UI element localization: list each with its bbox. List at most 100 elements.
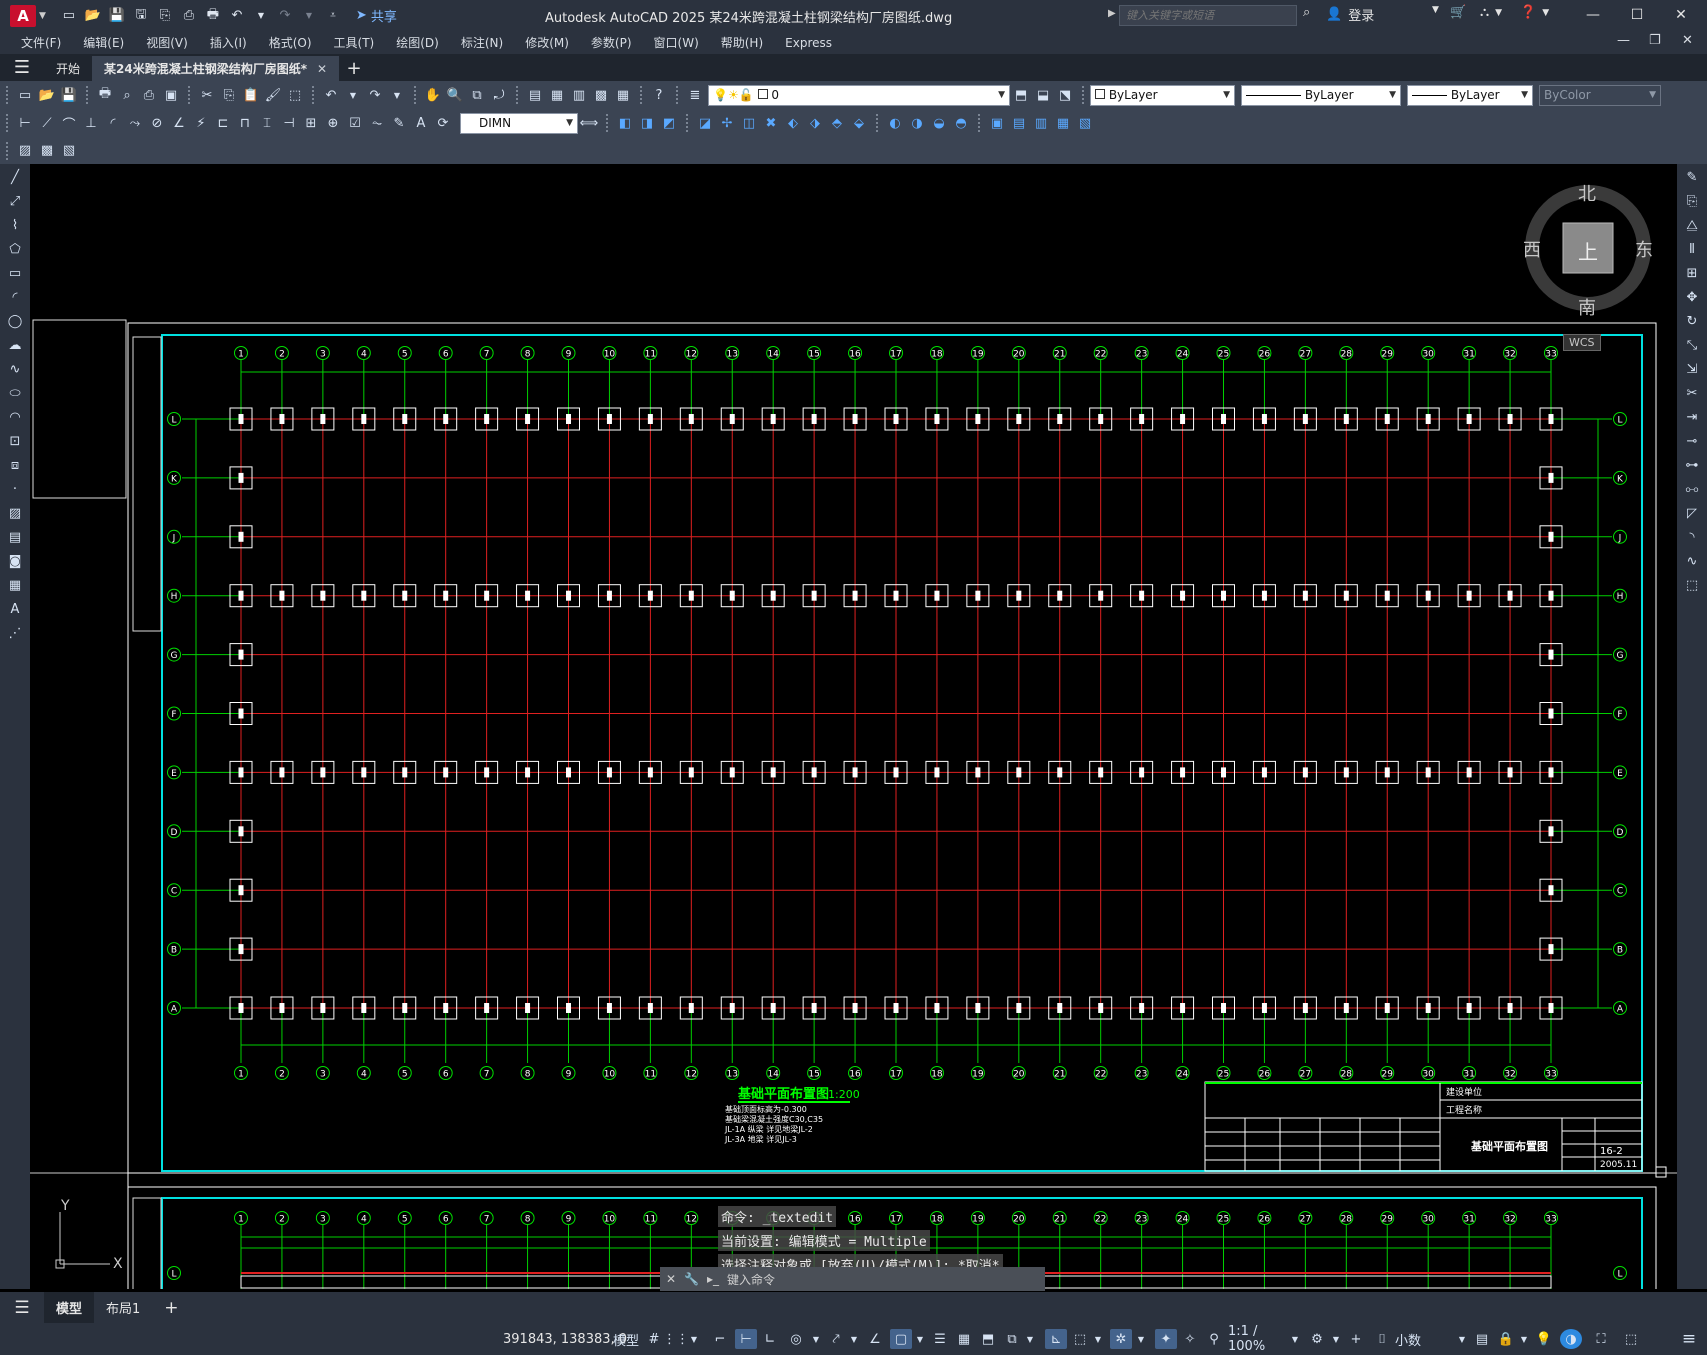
help-icon[interactable]: ❓ ▼ xyxy=(1520,5,1549,20)
workspace-switch-icon[interactable]: ⚙ xyxy=(1306,1329,1328,1349)
redo-list-icon[interactable]: ▼ xyxy=(386,84,408,106)
search-input[interactable] xyxy=(1119,5,1297,26)
chamfer-icon[interactable]: ◸ xyxy=(1681,502,1703,524)
rectangle-icon[interactable]: ▭ xyxy=(4,262,26,284)
offset-icon[interactable]: ⫴ xyxy=(1681,238,1703,260)
explode-icon[interactable]: ⬚ xyxy=(1681,574,1703,596)
zoom-window-icon[interactable]: ⧉ xyxy=(466,84,488,106)
login-button[interactable]: 👤 登录 xyxy=(1326,5,1374,24)
plotstyle-dropdown[interactable]: ByColor ▼ xyxy=(1539,84,1661,106)
menu-parametric[interactable]: 参数(P) xyxy=(580,34,643,51)
toolbar-grip[interactable] xyxy=(414,86,418,104)
ucs-x-icon[interactable]: ⬘ xyxy=(826,112,848,134)
menu-format[interactable]: 格式(O) xyxy=(258,34,323,51)
infer-constraints-icon[interactable]: ⌐ xyxy=(710,1329,730,1349)
zoom-previous-icon[interactable]: ⤾ xyxy=(488,84,510,106)
doc-restore-button[interactable]: ❐ xyxy=(1649,33,1661,48)
sheet-set-icon[interactable]: ▩ xyxy=(590,84,612,106)
quick-dim-icon[interactable]: ⚡ xyxy=(190,112,212,134)
ucs-settings-icon[interactable]: ◓ xyxy=(950,112,972,134)
save-to-web-icon[interactable]: ⎙ xyxy=(180,7,198,25)
copy-object-icon[interactable]: ⎘ xyxy=(1681,190,1703,212)
plot-icon[interactable]: 🖶 xyxy=(204,7,222,25)
trim-icon[interactable]: ✂ xyxy=(1681,382,1703,404)
qnew-icon[interactable]: ▭ xyxy=(14,84,36,106)
lock-dropdown-icon[interactable]: ▼ xyxy=(1518,1329,1530,1349)
ucs-zaxis-icon[interactable]: ⬖ xyxy=(782,112,804,134)
doc-close-button[interactable]: ✕ xyxy=(1682,33,1693,48)
isodraft-dropdown-icon[interactable]: ▼ xyxy=(848,1329,860,1349)
tool-palettes-icon[interactable]: ▥ xyxy=(568,84,590,106)
revision-cloud-icon[interactable]: ☁ xyxy=(4,334,26,356)
lock-ui-icon[interactable]: 🔒 xyxy=(1496,1329,1516,1349)
search-icon[interactable]: ⌕ xyxy=(1303,5,1310,20)
annotation-scale-dropdown[interactable]: 1:1 / 100% ▼ xyxy=(1228,1324,1298,1354)
polar-dropdown-icon[interactable]: ▼ xyxy=(810,1329,822,1349)
tab-layout1[interactable]: 布局1 xyxy=(94,1292,152,1323)
menu-modify[interactable]: 修改(M) xyxy=(514,34,580,51)
view-right-icon[interactable]: ▦ xyxy=(1052,112,1074,134)
toolbar-grip[interactable] xyxy=(86,86,90,104)
rotate-icon[interactable]: ↻ xyxy=(1681,310,1703,332)
properties-icon[interactable]: ▤ xyxy=(524,84,546,106)
auto-scale-icon[interactable]: ✧ xyxy=(1180,1329,1200,1349)
workspace-dropdown-icon[interactable]: ▼ xyxy=(1330,1329,1342,1349)
isodraft-icon[interactable]: ⤤ xyxy=(826,1329,846,1349)
workspace-switch-icon[interactable]: ▧ xyxy=(58,140,80,162)
array-icon[interactable]: ⊞ xyxy=(1681,262,1703,284)
center-mark-icon[interactable]: ⊕ xyxy=(322,112,344,134)
workspace-save-icon[interactable]: ▩ xyxy=(36,140,58,162)
polyline-icon[interactable]: ⌇ xyxy=(4,214,26,236)
toolbar-grip[interactable] xyxy=(6,141,10,160)
lineweight-display-icon[interactable]: ☰ xyxy=(930,1329,950,1349)
menu-insert[interactable]: 插入(I) xyxy=(199,34,258,51)
color-dropdown[interactable]: ByLayer ▼ xyxy=(1090,84,1235,106)
toolbar-grip[interactable] xyxy=(686,114,690,132)
block-editor-icon[interactable]: ⬚ xyxy=(284,84,306,106)
region-icon[interactable]: ◙ xyxy=(4,550,26,572)
toolbar-grip[interactable] xyxy=(606,114,610,132)
undo-dropdown-icon[interactable]: ▼ xyxy=(252,7,270,25)
workspace-settings-icon[interactable]: ▨ xyxy=(14,140,36,162)
open-icon[interactable]: 📂 xyxy=(36,84,58,106)
add-layout-button[interactable]: + xyxy=(152,1292,190,1323)
snap-icon[interactable]: ⋮⋮ xyxy=(663,1329,689,1349)
ucs-view-icon[interactable]: ◫ xyxy=(738,112,760,134)
gizmo-dropdown-icon[interactable]: ▼ xyxy=(1135,1329,1147,1349)
ucs-apply-icon[interactable]: ◑ xyxy=(906,112,928,134)
undo-icon[interactable]: ↶ xyxy=(228,7,246,25)
snap-dropdown-icon[interactable]: ▼ xyxy=(688,1329,700,1349)
ellipse-arc-icon[interactable]: ◠ xyxy=(4,406,26,428)
design-center-icon[interactable]: ▦ xyxy=(546,84,568,106)
tab-drawing[interactable]: 某24米跨混凝土柱钢梁结构厂房图纸* ✕ xyxy=(92,56,340,81)
dim-continue-icon[interactable]: ⊓ xyxy=(234,112,256,134)
save-as-icon[interactable]: 🖫 xyxy=(132,7,150,25)
polar-tracking-icon[interactable]: ◎ xyxy=(784,1329,808,1349)
viewport-grip[interactable] xyxy=(1655,1166,1667,1178)
line-icon[interactable]: ╱ xyxy=(4,166,26,188)
toolbar-grip[interactable] xyxy=(676,86,680,104)
viewcube-top-face[interactable]: 上 xyxy=(1578,236,1598,265)
view-top-icon[interactable]: ▣ xyxy=(986,112,1008,134)
move-icon[interactable]: ✥ xyxy=(1681,286,1703,308)
object-snap-tracking-icon[interactable]: ∠ xyxy=(864,1329,886,1349)
dynamic-input-icon[interactable]: ⊢ xyxy=(735,1329,757,1349)
undo-icon[interactable]: ↶ xyxy=(320,84,342,106)
menu-view[interactable]: 视图(V) xyxy=(135,34,199,51)
file-tabs-menu-icon[interactable]: ☰ xyxy=(0,54,44,81)
jogged-linear-icon[interactable]: ⏦ xyxy=(366,112,388,134)
full-screen-icon[interactable]: ⬚ xyxy=(1620,1329,1642,1349)
ucs-3point-icon[interactable]: ⬗ xyxy=(804,112,826,134)
pan-icon[interactable]: ✋ xyxy=(422,84,444,106)
calculator-icon[interactable]: ▦ xyxy=(612,84,634,106)
view-front-icon[interactable]: ▧ xyxy=(1074,112,1096,134)
layer-states-icon[interactable]: ⬔ xyxy=(1054,84,1076,106)
minimize-window-button[interactable]: — xyxy=(1573,4,1613,26)
login-dropdown-icon[interactable]: ▼ xyxy=(1432,5,1439,15)
compass-south[interactable]: 南 xyxy=(1578,294,1596,320)
linetype-dropdown[interactable]: ByLayer ▼ xyxy=(1241,84,1401,106)
search-expand-icon[interactable]: ▶ xyxy=(1108,8,1116,19)
plot-icon[interactable]: 🖶 xyxy=(94,84,116,106)
plot-preview-icon[interactable]: ⌕ xyxy=(116,84,138,106)
arc-icon[interactable]: ◜ xyxy=(4,286,26,308)
